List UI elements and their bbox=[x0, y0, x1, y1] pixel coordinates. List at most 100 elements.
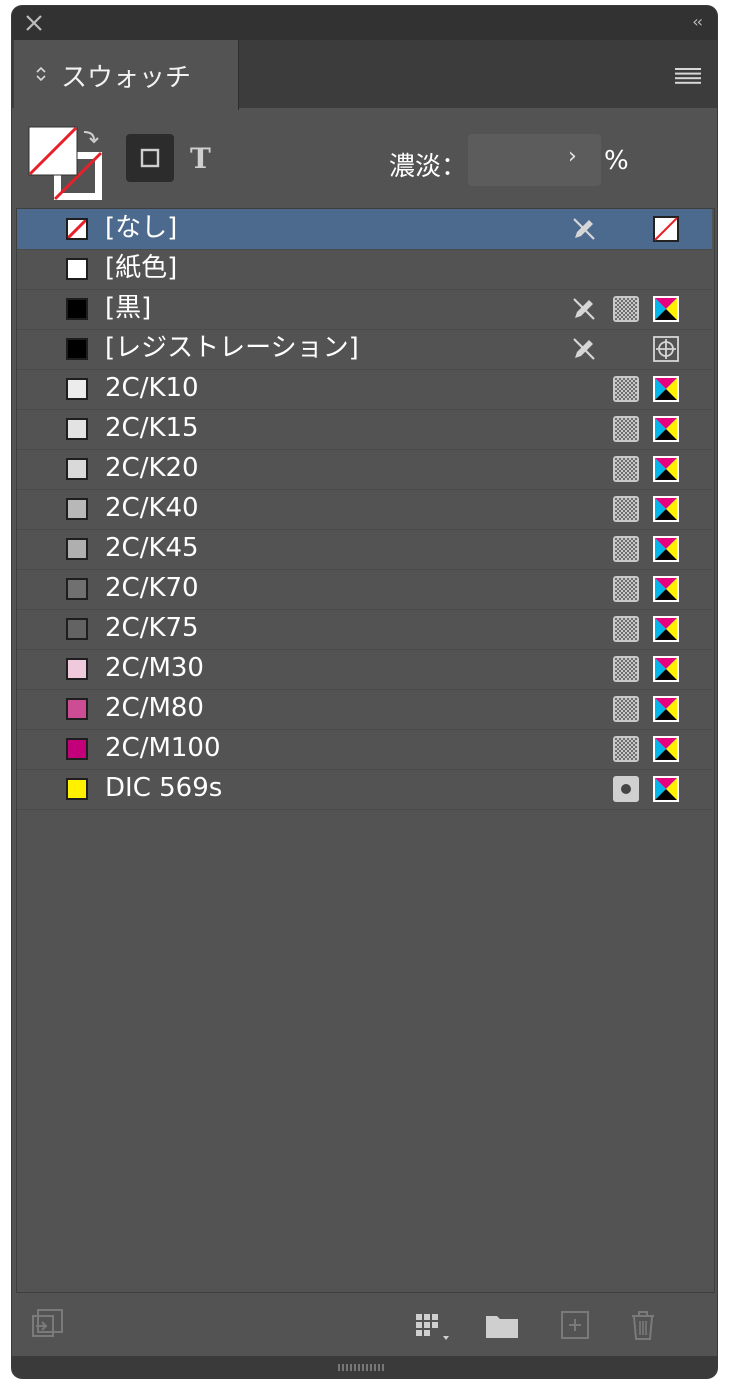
swatch-row[interactable]: 2C/K45 bbox=[17, 529, 712, 570]
pencil-crossed-icon bbox=[573, 338, 595, 360]
cmyk-mode-icon bbox=[653, 616, 679, 642]
new-color-group-icon[interactable] bbox=[484, 1308, 520, 1342]
swatch-list: [なし] [紙色] [黒] [レジストレーション] 2C/K10 2C/K15 2C/K20… bbox=[16, 208, 715, 1293]
swatch-row[interactable]: 2C/M100 bbox=[17, 729, 712, 770]
none-mode-icon bbox=[653, 216, 679, 242]
swatch-name: [レジストレーション] bbox=[105, 333, 359, 363]
cmyk-mode-icon bbox=[653, 776, 679, 802]
collapse-panel-button[interactable]: ‹‹ bbox=[692, 12, 703, 31]
swatch-chip bbox=[66, 698, 88, 720]
swatch-controls: T 濃淡： › % bbox=[12, 108, 717, 208]
close-icon[interactable] bbox=[24, 13, 44, 33]
swatch-name: 2C/M100 bbox=[105, 733, 221, 763]
tint-chevron-icon[interactable]: › bbox=[568, 144, 577, 169]
container-formatting-button[interactable] bbox=[126, 134, 174, 182]
cmyk-mode-icon bbox=[653, 376, 679, 402]
swatch-name: 2C/K45 bbox=[105, 533, 199, 563]
process-color-icon bbox=[613, 576, 639, 602]
cmyk-mode-icon bbox=[653, 456, 679, 482]
swatch-name: DIC 569s bbox=[105, 773, 223, 803]
swatch-chip bbox=[66, 618, 88, 640]
swatch-chip bbox=[66, 218, 88, 240]
swatch-chip bbox=[66, 778, 88, 800]
swatch-row[interactable]: [なし] bbox=[17, 209, 712, 250]
new-swatch-icon[interactable] bbox=[558, 1308, 592, 1342]
swatch-name: 2C/M80 bbox=[105, 693, 204, 723]
process-color-icon bbox=[613, 456, 639, 482]
process-color-icon bbox=[613, 696, 639, 722]
swatch-name: 2C/K10 bbox=[105, 373, 199, 403]
swatch-name: 2C/K75 bbox=[105, 613, 199, 643]
panel-titlebar: ‹‹ bbox=[12, 6, 717, 40]
bottom-toolbar bbox=[12, 1294, 717, 1356]
swatch-name: 2C/K20 bbox=[105, 453, 199, 483]
cmyk-mode-icon bbox=[653, 536, 679, 562]
swatch-row[interactable]: 2C/K70 bbox=[17, 569, 712, 610]
swatch-chip bbox=[66, 258, 88, 280]
swatch-chip bbox=[66, 498, 88, 520]
container-formatting-icon bbox=[140, 148, 160, 168]
swatch-row[interactable]: [黒] bbox=[17, 289, 712, 330]
swatch-row[interactable]: 2C/K75 bbox=[17, 609, 712, 650]
tab-expand-icon[interactable] bbox=[34, 65, 48, 83]
cmyk-mode-icon bbox=[653, 416, 679, 442]
swatch-views-icon[interactable] bbox=[412, 1308, 456, 1342]
process-color-icon bbox=[613, 376, 639, 402]
swatch-row[interactable]: DIC 569s bbox=[17, 769, 712, 810]
swatch-chip bbox=[66, 418, 88, 440]
swatch-name: [なし] bbox=[105, 213, 178, 243]
fill-stroke-icon[interactable] bbox=[28, 126, 104, 202]
swatch-name: [紙色] bbox=[105, 253, 178, 283]
swatch-chip bbox=[66, 578, 88, 600]
cmyk-mode-icon bbox=[653, 576, 679, 602]
swap-arrows-icon bbox=[83, 131, 95, 141]
swatch-row[interactable]: 2C/K20 bbox=[17, 449, 712, 490]
cmyk-mode-icon bbox=[653, 696, 679, 722]
pencil-crossed-icon bbox=[573, 298, 595, 320]
cmyk-mode-icon bbox=[653, 496, 679, 522]
pencil-crossed-icon bbox=[573, 218, 595, 240]
swatch-name: 2C/K70 bbox=[105, 573, 199, 603]
panel-menu-icon[interactable] bbox=[675, 68, 701, 84]
swatch-row[interactable]: 2C/M30 bbox=[17, 649, 712, 690]
swatches-panel: ‹‹ スウォッチ T 濃淡： › % [なし] [紙色] [黒] [レジストレー… bbox=[12, 6, 717, 1378]
spot-color-icon bbox=[613, 776, 639, 802]
process-color-icon bbox=[613, 736, 639, 762]
swatch-name: 2C/K40 bbox=[105, 493, 199, 523]
registration-target-icon bbox=[653, 336, 679, 362]
tab-swatches[interactable]: スウォッチ bbox=[14, 40, 239, 110]
swatch-row[interactable]: 2C/K10 bbox=[17, 369, 712, 410]
process-color-icon bbox=[613, 656, 639, 682]
swatch-chip bbox=[66, 378, 88, 400]
tab-label: スウォッチ bbox=[61, 63, 192, 93]
process-color-icon bbox=[613, 416, 639, 442]
tint-percent: % bbox=[604, 146, 629, 176]
delete-swatch-icon[interactable] bbox=[626, 1308, 660, 1342]
process-color-icon bbox=[613, 616, 639, 642]
swatch-row[interactable]: 2C/K15 bbox=[17, 409, 712, 450]
grip-dots-icon bbox=[338, 1364, 384, 1371]
swatch-chip bbox=[66, 738, 88, 760]
cmyk-mode-icon bbox=[653, 296, 679, 322]
swatch-chip bbox=[66, 338, 88, 360]
show-swatch-kinds-icon[interactable] bbox=[30, 1308, 66, 1342]
tint-input[interactable] bbox=[468, 134, 601, 186]
swatch-name: [黒] bbox=[105, 293, 152, 323]
process-color-icon bbox=[613, 296, 639, 322]
process-color-icon bbox=[613, 496, 639, 522]
resize-grip[interactable] bbox=[12, 1356, 717, 1378]
swatch-name: 2C/M30 bbox=[105, 653, 204, 683]
cmyk-mode-icon bbox=[653, 656, 679, 682]
tab-bar: スウォッチ bbox=[12, 40, 717, 110]
text-formatting-button[interactable]: T bbox=[190, 142, 220, 176]
swatch-row[interactable]: [レジストレーション] bbox=[17, 329, 712, 370]
swatch-row[interactable]: 2C/M80 bbox=[17, 689, 712, 730]
swatch-chip bbox=[66, 538, 88, 560]
swatch-row[interactable]: [紙色] bbox=[17, 249, 712, 290]
cmyk-mode-icon bbox=[653, 736, 679, 762]
swatch-chip bbox=[66, 458, 88, 480]
swatch-row[interactable]: 2C/K40 bbox=[17, 489, 712, 530]
tint-label: 濃淡： bbox=[389, 152, 468, 182]
swatch-chip bbox=[66, 298, 88, 320]
swatch-chip bbox=[66, 658, 88, 680]
